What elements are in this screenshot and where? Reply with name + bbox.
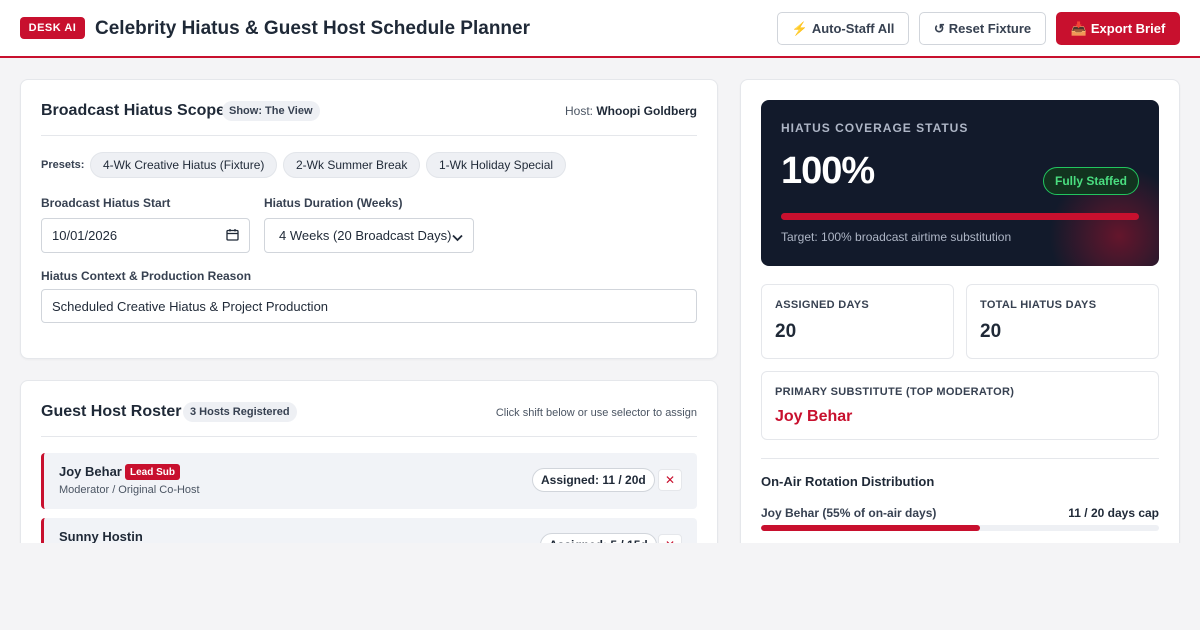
chevron-down-icon bbox=[452, 230, 463, 245]
scope-card-header: Broadcast Hiatus Scope Show: The View Ho… bbox=[41, 80, 697, 136]
roster-title: Guest Host Roster bbox=[41, 403, 182, 420]
auto-staff-label: Auto-Staff All bbox=[811, 21, 895, 36]
guest-host-roster-card: Guest Host Roster 3 Hosts Registered Cli… bbox=[20, 380, 718, 543]
roster-hint: Click shift below or use selector to ass… bbox=[495, 407, 697, 419]
context-label: Hiatus Context & Production Reason bbox=[41, 269, 252, 283]
duration-label: Hiatus Duration (Weeks) bbox=[264, 196, 403, 210]
reset-fixture-label: Reset Fixture bbox=[948, 21, 1032, 36]
duration-value: 4 Weeks (20 Broadcast Days) bbox=[279, 228, 452, 243]
export-brief-label: Export Brief bbox=[1090, 21, 1166, 36]
remove-host-button[interactable]: ✕ bbox=[658, 469, 682, 491]
distribution-bar-track bbox=[761, 525, 1159, 531]
preset-chip[interactable]: 2-Wk Summer Break bbox=[283, 152, 421, 178]
primary-substitute-value: Joy Behar bbox=[775, 408, 853, 425]
distribution-row-value: 11 / 20 days cap bbox=[1068, 506, 1159, 520]
close-icon: ✕ bbox=[664, 473, 676, 487]
assigned-days-pill[interactable]: Assigned: 11 / 20d bbox=[532, 468, 655, 492]
start-date-input[interactable]: 10/01/2026 bbox=[41, 218, 250, 253]
section-divider bbox=[761, 458, 1159, 459]
close-icon: ✕ bbox=[665, 538, 675, 543]
host-info: Host: Whoopi Goldberg bbox=[565, 104, 697, 118]
assigned-days-pill[interactable]: Assigned: 5 / 15d bbox=[540, 533, 657, 543]
distribution-bar-fill bbox=[761, 525, 980, 531]
start-date-value: 10/01/2026 bbox=[52, 228, 118, 243]
lead-sub-badge: Lead Sub bbox=[125, 464, 181, 480]
app-title: Celebrity Hiatus & Guest Host Schedule P… bbox=[95, 18, 530, 39]
total-hiatus-days-stat: TOTAL HIATUS DAYS 20 bbox=[966, 284, 1159, 359]
start-label: Broadcast Hiatus Start bbox=[41, 196, 171, 210]
roster-card-header: Guest Host Roster 3 Hosts Registered Cli… bbox=[41, 381, 697, 437]
host-count-tag: 3 Hosts Registered bbox=[183, 402, 297, 422]
host-row[interactable]: Joy Behar Lead Sub Moderator / Original … bbox=[41, 453, 697, 509]
presets-label: Presets: bbox=[41, 159, 85, 171]
coverage-status-panel: HIATUS COVERAGE STATUS 100% Fully Staffe… bbox=[761, 100, 1159, 266]
fully-staffed-badge: Fully Staffed bbox=[1042, 167, 1139, 195]
assigned-days-label: ASSIGNED DAYS bbox=[775, 299, 869, 311]
reset-icon: ↺ bbox=[933, 20, 945, 36]
assigned-days-value: 20 bbox=[775, 321, 797, 342]
preset-chip[interactable]: 1-Wk Holiday Special bbox=[426, 152, 567, 178]
lightning-icon: ⚡ bbox=[791, 20, 808, 36]
host-label: Host: bbox=[564, 104, 593, 118]
coverage-progress-track bbox=[781, 213, 1139, 220]
primary-substitute-stat: PRIMARY SUBSTITUTE (TOP MODERATOR) Joy B… bbox=[761, 371, 1159, 440]
duration-select[interactable]: 4 Weeks (20 Broadcast Days) bbox=[264, 218, 474, 253]
download-icon: 📥 bbox=[1070, 20, 1087, 36]
export-brief-button[interactable]: 📥 Export Brief bbox=[1056, 12, 1180, 45]
primary-substitute-label: PRIMARY SUBSTITUTE (TOP MODERATOR) bbox=[775, 386, 1015, 398]
calendar-icon bbox=[226, 228, 239, 244]
coverage-status-label: HIATUS COVERAGE STATUS bbox=[781, 121, 969, 135]
reset-fixture-button[interactable]: ↺ Reset Fixture bbox=[919, 12, 1046, 45]
remove-host-button[interactable]: ✕ bbox=[658, 534, 682, 543]
total-hiatus-days-label: TOTAL HIATUS DAYS bbox=[980, 299, 1097, 311]
host-row-role: Moderator / Original Co-Host bbox=[59, 484, 200, 496]
coverage-target: Target: 100% broadcast airtime substitut… bbox=[781, 230, 1012, 244]
coverage-percent: 100% bbox=[781, 150, 875, 192]
assigned-days-stat: ASSIGNED DAYS 20 bbox=[761, 284, 954, 359]
host-row-name: Sunny Hostin bbox=[59, 529, 143, 543]
show-tag: Show: The View bbox=[222, 101, 320, 121]
host-row-name: Joy Behar bbox=[59, 464, 122, 479]
context-input[interactable]: Scheduled Creative Hiatus & Project Prod… bbox=[41, 289, 697, 323]
top-bar: DESK AI Celebrity Hiatus & Guest Host Sc… bbox=[0, 0, 1200, 58]
preset-chip[interactable]: 4-Wk Creative Hiatus (Fixture) bbox=[90, 152, 278, 178]
app-viewport: DESK AI Celebrity Hiatus & Guest Host Sc… bbox=[0, 0, 1200, 543]
brand-badge: DESK AI bbox=[20, 17, 85, 39]
distribution-row-label: Joy Behar (55% of on-air days) bbox=[761, 506, 937, 520]
host-name: Whoopi Goldberg bbox=[596, 104, 697, 118]
host-row[interactable]: Sunny Hostin Assigned: 5 / 15d ✕ bbox=[41, 518, 697, 543]
distribution-title: On-Air Rotation Distribution bbox=[761, 474, 935, 489]
coverage-progress-fill bbox=[781, 213, 1139, 220]
scope-title: Broadcast Hiatus Scope bbox=[41, 102, 226, 119]
total-hiatus-days-value: 20 bbox=[980, 321, 1002, 342]
auto-staff-button[interactable]: ⚡ Auto-Staff All bbox=[777, 12, 909, 45]
